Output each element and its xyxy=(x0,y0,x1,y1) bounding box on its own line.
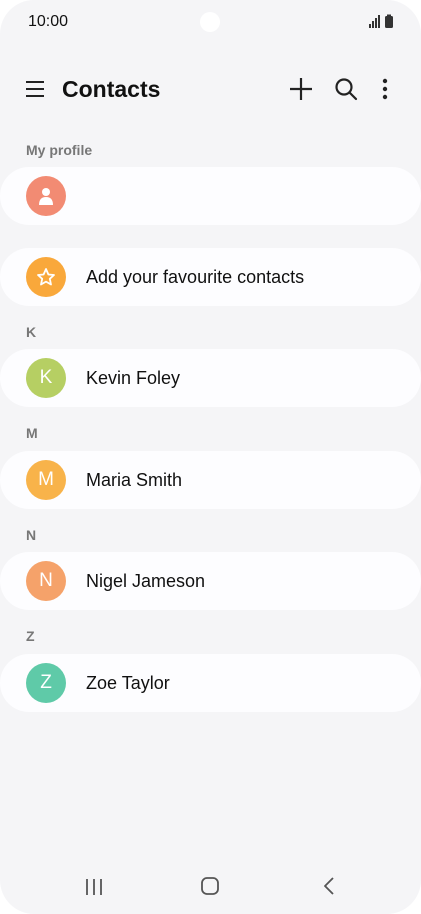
contact-name: Kevin Foley xyxy=(86,368,181,388)
camera-cutout xyxy=(200,12,220,32)
my-profile-card[interactable] xyxy=(0,167,421,225)
contact-avatar: K xyxy=(26,358,66,398)
menu-icon[interactable] xyxy=(22,76,48,102)
contact-avatar: M xyxy=(26,460,66,500)
status-icons xyxy=(369,14,395,33)
contact-name: Maria Smith xyxy=(86,470,183,490)
home-icon[interactable] xyxy=(199,875,221,897)
app-bar: Contacts xyxy=(0,70,421,110)
contact-avatar: N xyxy=(26,561,66,601)
contact-item-nigel-jameson[interactable]: N Nigel Jameson xyxy=(0,552,421,610)
contact-item-maria-smith[interactable]: M Maria Smith xyxy=(0,451,421,509)
navigation-bar xyxy=(0,858,421,914)
contact-name: Zoe Taylor xyxy=(86,673,170,693)
section-letter-m: M xyxy=(26,425,38,441)
back-icon[interactable] xyxy=(318,875,340,897)
section-letter-z: Z xyxy=(26,628,35,644)
signal-battery-icon xyxy=(369,14,393,28)
contact-item-kevin-foley[interactable]: K Kevin Foley xyxy=(0,349,421,407)
person-icon xyxy=(39,188,53,205)
favourites-avatar xyxy=(26,257,66,297)
profile-avatar xyxy=(26,176,66,216)
section-letter-n: N xyxy=(26,527,37,543)
star-icon xyxy=(37,268,55,286)
status-bar: 10:00 xyxy=(0,0,421,46)
status-time: 10:00 xyxy=(28,13,69,30)
contact-name: Nigel Jameson xyxy=(86,571,206,591)
search-icon[interactable] xyxy=(333,76,359,102)
page-title: Contacts xyxy=(62,76,161,102)
recent-apps-icon[interactable] xyxy=(83,876,105,898)
add-icon[interactable] xyxy=(288,76,314,102)
section-letter-k: K xyxy=(26,324,37,340)
more-vertical-icon[interactable] xyxy=(372,76,398,102)
phone-screen: 10:00 Contacts My profile Add your favou… xyxy=(0,0,421,914)
add-favourites-card[interactable]: Add your favourite contacts xyxy=(0,248,421,306)
favourites-label: Add your favourite contacts xyxy=(86,267,305,287)
profile-section-label: My profile xyxy=(26,142,93,158)
contact-avatar: Z xyxy=(26,663,66,703)
contact-item-zoe-taylor[interactable]: Z Zoe Taylor xyxy=(0,654,421,712)
